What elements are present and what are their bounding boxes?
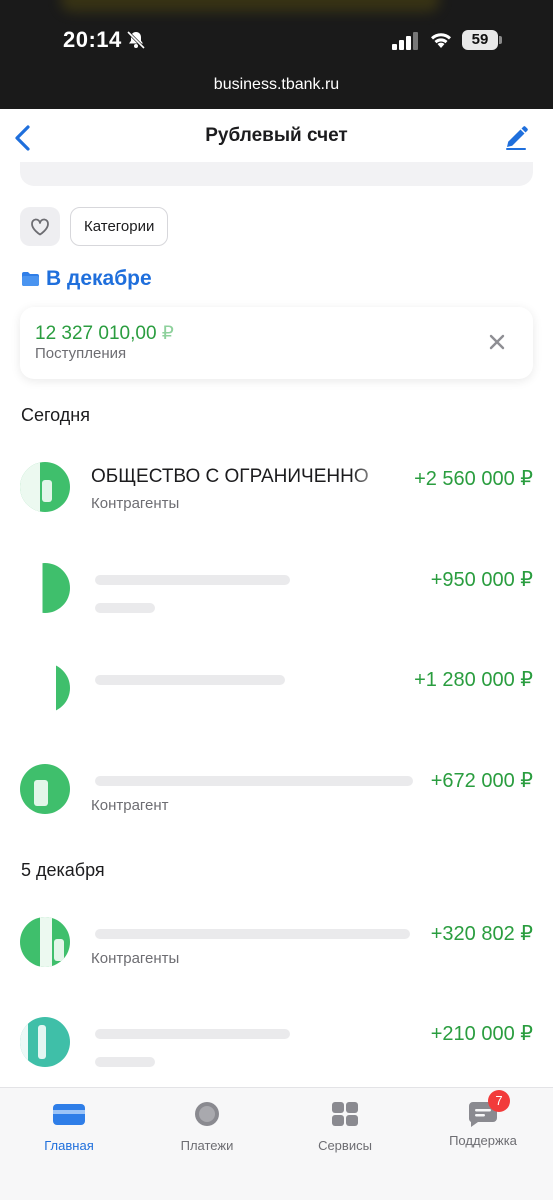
tab-label: Сервисы bbox=[318, 1138, 372, 1153]
close-icon[interactable] bbox=[486, 331, 508, 353]
folder-icon bbox=[22, 272, 39, 286]
favorites-filter-button[interactable] bbox=[20, 207, 60, 246]
transaction-amount: +950 000 ₽ bbox=[430, 569, 533, 591]
pencil-icon[interactable] bbox=[503, 125, 529, 151]
counterparty-avatar bbox=[20, 563, 70, 613]
counterparty-avatar bbox=[20, 764, 70, 814]
counterparty-avatar bbox=[20, 663, 70, 713]
section-header: Сегодня bbox=[21, 405, 90, 425]
tab-label: Главная bbox=[44, 1138, 94, 1153]
tab-support[interactable]: 7 Поддержка bbox=[414, 1090, 552, 1148]
income-label: Поступления bbox=[35, 345, 127, 362]
transaction-row[interactable]: +210 000 ₽ bbox=[0, 1007, 553, 1097]
transaction-category: Контрагенты bbox=[91, 950, 180, 967]
heart-icon bbox=[31, 218, 49, 235]
transaction-amount: +1 280 000 ₽ bbox=[414, 669, 533, 691]
tab-services[interactable]: Сервисы bbox=[276, 1100, 414, 1153]
transaction-row[interactable]: Контрагенты +320 802 ₽ bbox=[0, 907, 553, 997]
categories-filter-button[interactable]: Категории bbox=[70, 207, 169, 246]
period-selector[interactable]: В декабре bbox=[21, 267, 152, 291]
transaction-row[interactable]: +950 000 ₽ bbox=[0, 553, 553, 643]
unread-badge: 7 bbox=[488, 1090, 510, 1112]
transaction-amount: +2 560 000 ₽ bbox=[414, 468, 533, 490]
tab-label: Платежи bbox=[180, 1138, 234, 1153]
tab-payments[interactable]: Платежи bbox=[138, 1100, 276, 1153]
circle-icon bbox=[195, 1102, 219, 1126]
bottom-tab-bar: Главная Платежи Сервисы 7 Поддержка bbox=[0, 1087, 553, 1200]
transaction-row[interactable]: +1 280 000 ₽ bbox=[0, 653, 553, 743]
navigation-bar: Рублевый счет bbox=[0, 109, 553, 165]
period-label: В декабре bbox=[46, 267, 152, 290]
tab-label: Поддержка bbox=[449, 1133, 517, 1148]
grid-icon bbox=[332, 1102, 358, 1126]
account-card-peek bbox=[20, 162, 533, 186]
status-time: 20:14 bbox=[63, 27, 122, 52]
bell-muted-icon bbox=[126, 30, 146, 50]
counterparty-avatar bbox=[20, 1017, 70, 1067]
transaction-amount: +210 000 ₽ bbox=[430, 1023, 533, 1045]
income-summary-card: 12 327 010,00 ₽ Поступления bbox=[20, 307, 533, 379]
transaction-amount: +672 000 ₽ bbox=[430, 770, 533, 792]
browser-top-bar: 20:14 59 business.tbank.ru bbox=[0, 0, 553, 109]
battery-level: 59 bbox=[462, 30, 498, 50]
section-header: 5 декабря bbox=[21, 860, 105, 880]
tab-home[interactable]: Главная bbox=[0, 1100, 138, 1153]
transaction-row[interactable]: Контрагент +672 000 ₽ bbox=[0, 754, 553, 844]
transaction-category: Контрагенты bbox=[91, 495, 180, 512]
wifi-icon bbox=[431, 33, 451, 48]
transaction-amount: +320 802 ₽ bbox=[430, 923, 533, 945]
transaction-row[interactable]: ОБЩЕСТВО С ОГРАНИЧЕННО Контрагенты +2 56… bbox=[0, 452, 553, 542]
counterparty-avatar bbox=[20, 917, 70, 967]
address-bar-url[interactable]: business.tbank.ru bbox=[0, 76, 553, 94]
page-title: Рублевый счет bbox=[205, 125, 348, 146]
cellular-signal-icon bbox=[392, 32, 418, 50]
card-icon bbox=[53, 1104, 85, 1125]
battery-indicator: 59 bbox=[462, 30, 502, 50]
counterparty-avatar bbox=[20, 462, 70, 512]
transaction-category: Контрагент bbox=[91, 797, 169, 814]
transaction-name: ОБЩЕСТВО С ОГРАНИЧЕННО bbox=[91, 466, 391, 488]
income-total: 12 327 010,00 ₽ bbox=[35, 323, 174, 344]
